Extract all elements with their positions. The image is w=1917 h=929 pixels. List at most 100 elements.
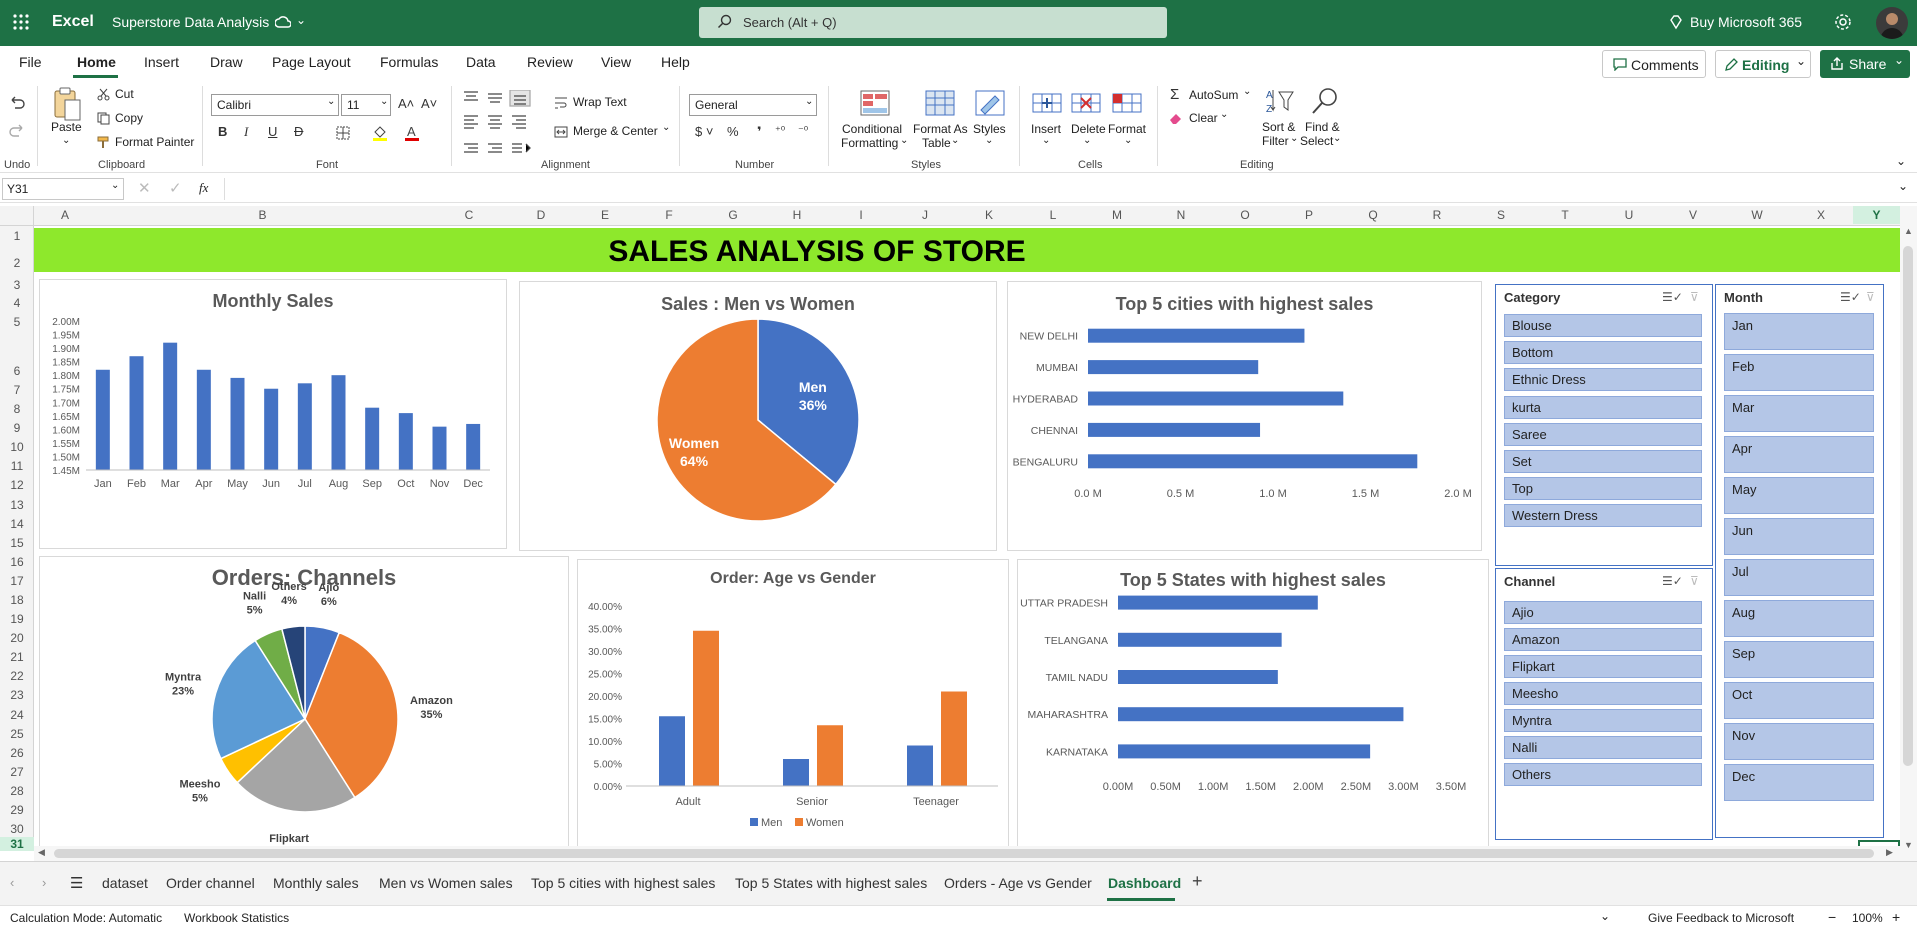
all-sheets-icon[interactable]: ☰ (70, 874, 83, 892)
multi-select-icon[interactable]: ☰✓ (1840, 290, 1861, 304)
column-header[interactable]: B (96, 208, 429, 222)
delete-cells-button[interactable]: Delete (1071, 122, 1106, 136)
app-launcher-icon[interactable] (12, 13, 30, 31)
workbook-statistics[interactable]: Workbook Statistics (184, 911, 289, 925)
format-as-table-icon[interactable] (925, 90, 955, 116)
wrap-text-icon[interactable] (554, 96, 568, 110)
insert-cells-icon[interactable] (1032, 90, 1062, 116)
next-sheet-icon[interactable]: › (42, 875, 46, 890)
column-header[interactable]: H (765, 208, 829, 222)
column-header[interactable]: K (957, 208, 1021, 222)
number-format-select[interactable]: General (689, 94, 817, 116)
sheet-tab-age-vs-gender[interactable]: Orders - Age vs Gender (944, 875, 1092, 891)
cell-styles-icon[interactable] (975, 90, 1005, 116)
sheet-tab-men-vs-women[interactable]: Men vs Women sales (379, 875, 513, 891)
chevron-down-icon[interactable]: ⌄ (296, 13, 306, 27)
sheet-tab-monthly-sales[interactable]: Monthly sales (273, 875, 359, 891)
row-header[interactable]: 18 (0, 593, 34, 607)
clear-filter-icon[interactable]: ⊽ (1690, 290, 1699, 304)
eraser-icon[interactable] (1169, 112, 1183, 125)
slicer-item[interactable]: Feb (1724, 354, 1874, 391)
clear-filter-icon[interactable]: ⊽ (1690, 574, 1699, 588)
row-header[interactable]: 23 (0, 688, 34, 702)
cancel-entry-icon[interactable]: ✕ (138, 179, 151, 197)
column-header[interactable]: S (1469, 208, 1533, 222)
column-header[interactable]: F (637, 208, 701, 222)
editing-mode-button[interactable]: Editing ⌄ (1715, 50, 1811, 78)
row-header[interactable]: 1 (0, 229, 34, 243)
increase-decimal-icon[interactable]: ⁺⁰ (775, 124, 785, 137)
row-header[interactable]: 26 (0, 746, 34, 760)
row-header[interactable]: 24 (0, 708, 34, 722)
slicer-item[interactable]: Mar (1724, 395, 1874, 432)
slicer-item[interactable]: Saree (1504, 422, 1702, 446)
conditional-formatting-icon[interactable] (860, 90, 890, 116)
row-header[interactable]: 28 (0, 784, 34, 798)
chevron-down-icon[interactable]: ⌄ (1600, 909, 1610, 923)
add-sheet-icon[interactable]: + (1192, 871, 1203, 892)
channel-slicer[interactable]: Channel ☰✓ ⊽ Ajio Amazon Flipkart Meesho Myn… (1495, 568, 1713, 840)
paste-icon[interactable] (52, 86, 82, 122)
row-header[interactable]: 13 (0, 498, 34, 512)
vertical-scrollbar[interactable]: ▲ ▼ (1900, 206, 1917, 861)
share-button[interactable]: Share ⌄ (1820, 50, 1910, 78)
top-states-chart[interactable]: Top 5 States with highest sales UTTAR PR… (1017, 559, 1489, 848)
column-header[interactable]: E (573, 208, 637, 222)
percent-icon[interactable]: % (727, 124, 739, 139)
row-header[interactable]: 5 (0, 315, 34, 329)
copy-icon[interactable] (97, 112, 110, 125)
format-painter-icon[interactable] (97, 136, 110, 149)
row-header[interactable]: 17 (0, 574, 34, 588)
column-header-selected[interactable]: Y (1853, 206, 1900, 224)
row-header[interactable]: 25 (0, 727, 34, 741)
column-header[interactable]: W (1725, 208, 1789, 222)
row-header[interactable]: 21 (0, 650, 34, 664)
merge-center-icon[interactable] (554, 125, 568, 139)
men-vs-women-chart[interactable]: Sales : Men vs Women Men 36% Women 64% (519, 281, 997, 551)
horizontal-scrollbar[interactable]: ◀ ▶ (34, 846, 1900, 861)
scroll-thumb[interactable] (54, 849, 1874, 858)
column-header[interactable]: R (1405, 208, 1469, 222)
column-header[interactable]: J (893, 208, 957, 222)
find-select-icon[interactable] (1310, 86, 1340, 116)
confirm-entry-icon[interactable]: ✓ (169, 179, 182, 197)
slicer-item[interactable]: Nov (1724, 723, 1874, 760)
column-header[interactable]: C (429, 208, 509, 222)
column-header[interactable]: X (1789, 208, 1853, 222)
row-header[interactable]: 4 (0, 296, 34, 310)
scroll-left-icon[interactable]: ◀ (38, 847, 45, 858)
scissors-icon[interactable] (97, 88, 110, 101)
slicer-item[interactable]: kurta (1504, 395, 1702, 419)
slicer-item[interactable]: Jun (1724, 518, 1874, 555)
row-header[interactable]: 27 (0, 765, 34, 779)
tab-page-layout[interactable]: Page Layout (272, 54, 351, 70)
clear-filter-icon[interactable]: ⊽ (1866, 290, 1875, 304)
slicer-item[interactable]: Top (1504, 477, 1702, 501)
row-header[interactable]: 15 (0, 536, 34, 550)
column-header[interactable]: G (701, 208, 765, 222)
autosum-icon[interactable]: Σ (1170, 86, 1179, 103)
tab-insert[interactable]: Insert (144, 54, 179, 70)
bold-icon[interactable]: B (218, 124, 227, 139)
cell-styles-button[interactable]: Styles (973, 122, 1006, 136)
tab-home[interactable]: Home (77, 54, 116, 70)
column-header[interactable]: O (1213, 208, 1277, 222)
row-header[interactable]: 19 (0, 612, 34, 626)
row-header[interactable]: 7 (0, 383, 34, 397)
tab-file[interactable]: File (19, 54, 42, 70)
multi-select-icon[interactable]: ☰✓ (1662, 574, 1683, 588)
sheet-tab-top-cities[interactable]: Top 5 cities with highest sales (531, 875, 715, 891)
row-header[interactable]: 12 (0, 478, 34, 492)
sort-filter-icon[interactable]: AZ (1265, 86, 1295, 116)
column-header[interactable]: N (1149, 208, 1213, 222)
tab-data[interactable]: Data (466, 54, 496, 70)
sheet-tab-order-channel[interactable]: Order channel (166, 875, 255, 891)
copy-button[interactable]: Copy (115, 111, 143, 125)
currency-icon[interactable]: $ ˅ (695, 124, 713, 139)
slicer-item[interactable]: Myntra (1504, 709, 1702, 732)
column-header[interactable]: U (1597, 208, 1661, 222)
slicer-item[interactable]: Dec (1724, 764, 1874, 801)
column-header[interactable]: P (1277, 208, 1341, 222)
slicer-item[interactable]: Apr (1724, 436, 1874, 473)
italic-icon[interactable]: I (244, 124, 248, 140)
